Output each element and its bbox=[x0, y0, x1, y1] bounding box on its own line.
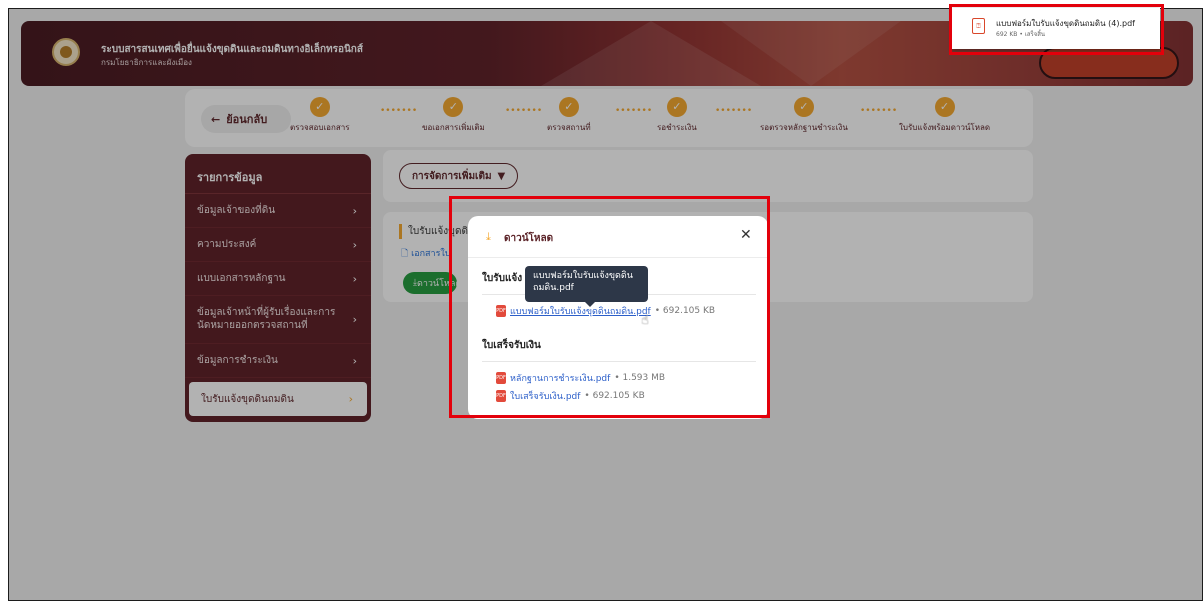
highlight-box-download bbox=[949, 4, 1164, 55]
highlight-box-modal bbox=[449, 196, 770, 418]
